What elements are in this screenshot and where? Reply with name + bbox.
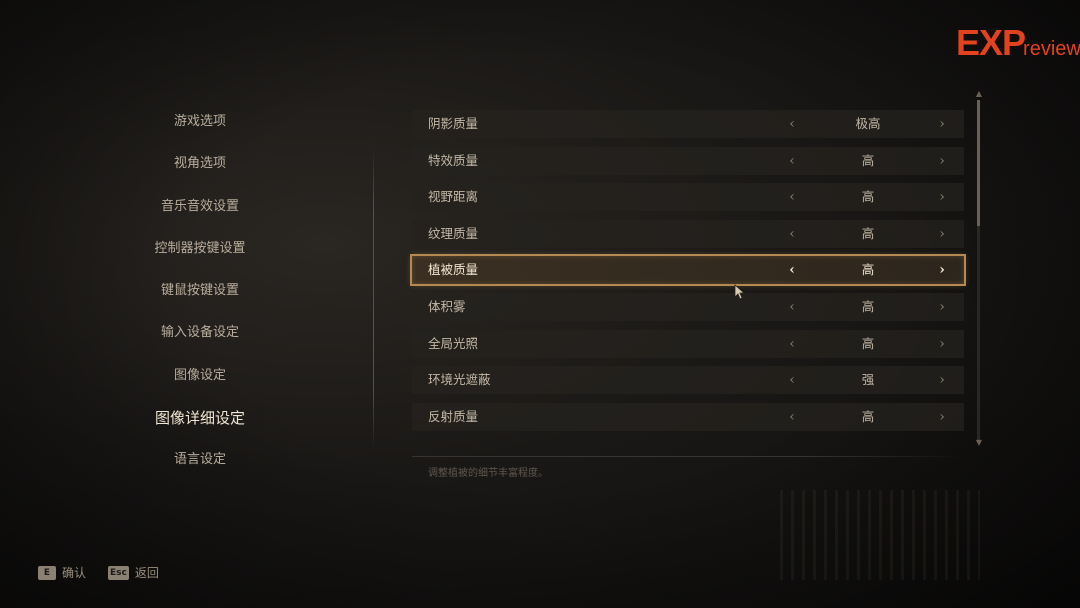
chevron-right-icon[interactable]: ›: [934, 110, 950, 138]
setting-value: 高: [861, 408, 875, 424]
setting-row-foliage-quality[interactable]: 植被质量 ‹ 高 ›: [410, 254, 966, 287]
menu-item-keyboard-mouse-bindings[interactable]: 键鼠按键设置: [110, 270, 290, 312]
chevron-left-icon[interactable]: ‹: [784, 220, 800, 248]
menu-item-game-options[interactable]: 游戏选项: [110, 101, 290, 143]
chevron-right-icon[interactable]: ›: [934, 403, 950, 431]
background-texture: [780, 490, 980, 580]
setting-label: 视野距离: [428, 189, 479, 205]
chevron-right-icon[interactable]: ›: [934, 256, 950, 284]
mouse-cursor-icon: [734, 284, 744, 300]
setting-value: 高: [861, 152, 875, 168]
setting-row-effects-quality[interactable]: 特效质量 ‹ 高 ›: [412, 146, 964, 175]
setting-label: 纹理质量: [428, 225, 479, 241]
setting-value: 高: [861, 189, 875, 205]
setting-row-volumetric-fog[interactable]: 体积雾 ‹ 高 ›: [412, 292, 964, 321]
menu-item-controller-bindings[interactable]: 控制器按键设置: [110, 228, 290, 270]
setting-description: 调整植被的细节丰富程度。: [428, 468, 548, 479]
setting-row-reflection-quality[interactable]: 反射质量 ‹ 高 ›: [412, 402, 964, 431]
setting-value: 高: [861, 262, 875, 278]
setting-label: 环境光遮蔽: [428, 372, 491, 388]
chevron-left-icon[interactable]: ‹: [784, 330, 800, 358]
setting-value: 高: [861, 225, 875, 241]
setting-row-view-distance[interactable]: 视野距离 ‹ 高 ›: [412, 183, 964, 212]
setting-row-texture-quality[interactable]: 纹理质量 ‹ 高 ›: [412, 219, 964, 248]
setting-label: 阴影质量: [428, 116, 479, 131]
chevron-left-icon[interactable]: ‹: [784, 403, 800, 431]
back-hint[interactable]: Esc 返回: [108, 564, 159, 581]
setting-row-shadow-quality[interactable]: 阴影质量 ‹ 极高 ›: [412, 110, 964, 138]
settings-list: 阴影质量 ‹ 极高 › 特效质量 ‹ 高 › 视野距离 ‹ 高 › 纹理质量 ‹…: [410, 110, 966, 439]
chevron-left-icon[interactable]: ‹: [784, 147, 800, 175]
menu-item-language[interactable]: 语言设定: [110, 439, 290, 481]
setting-row-global-illumination[interactable]: 全局光照 ‹ 高 ›: [412, 329, 964, 358]
scrollbar-thumb[interactable]: [977, 100, 980, 226]
chevron-left-icon[interactable]: ‹: [784, 256, 800, 284]
setting-label: 特效质量: [428, 152, 479, 168]
setting-value: 强: [861, 372, 875, 388]
chevron-right-icon[interactable]: ›: [934, 293, 950, 321]
setting-label: 体积雾: [428, 298, 466, 314]
chevron-left-icon[interactable]: ‹: [784, 183, 800, 211]
setting-row-ambient-occlusion[interactable]: 环境光遮蔽 ‹ 强 ›: [412, 366, 964, 395]
settings-category-menu: 游戏选项 视角选项 音乐音效设置 控制器按键设置 键鼠按键设置 输入设备设定 图…: [100, 101, 300, 482]
menu-item-input-device[interactable]: 输入设备设定: [110, 312, 290, 354]
chevron-left-icon[interactable]: ‹: [784, 110, 800, 138]
chevron-right-icon[interactable]: ›: [934, 147, 950, 175]
setting-label: 全局光照: [428, 335, 479, 351]
chevron-right-icon[interactable]: ›: [934, 220, 950, 248]
scroll-down-icon[interactable]: ▼: [973, 438, 985, 447]
setting-value: 极高: [855, 116, 881, 131]
setting-value: 高: [861, 335, 875, 351]
e-key-icon: E: [38, 565, 56, 580]
description-divider: [412, 456, 964, 457]
menu-item-audio-settings[interactable]: 音乐音效设置: [110, 186, 290, 228]
chevron-right-icon[interactable]: ›: [934, 330, 950, 358]
scrollbar[interactable]: [977, 100, 980, 440]
button-hints: E 确认 Esc 返回: [38, 564, 181, 581]
esc-key-icon: Esc: [108, 565, 129, 580]
chevron-left-icon[interactable]: ‹: [784, 366, 800, 394]
menu-divider: [373, 148, 374, 448]
confirm-hint[interactable]: E 确认: [38, 564, 86, 581]
menu-item-graphics[interactable]: 图像设定: [110, 355, 290, 397]
menu-item-graphics-advanced[interactable]: 图像详细设定: [100, 397, 300, 439]
setting-value: 高: [861, 298, 875, 314]
scroll-up-icon[interactable]: ▲: [973, 89, 985, 98]
setting-label: 植被质量: [428, 262, 479, 278]
chevron-right-icon[interactable]: ›: [934, 366, 950, 394]
chevron-right-icon[interactable]: ›: [934, 183, 950, 211]
menu-item-camera-options[interactable]: 视角选项: [110, 143, 290, 185]
chevron-left-icon[interactable]: ‹: [784, 293, 800, 321]
exp-review-logo: EXPreview: [956, 22, 1080, 63]
setting-label: 反射质量: [428, 408, 479, 424]
